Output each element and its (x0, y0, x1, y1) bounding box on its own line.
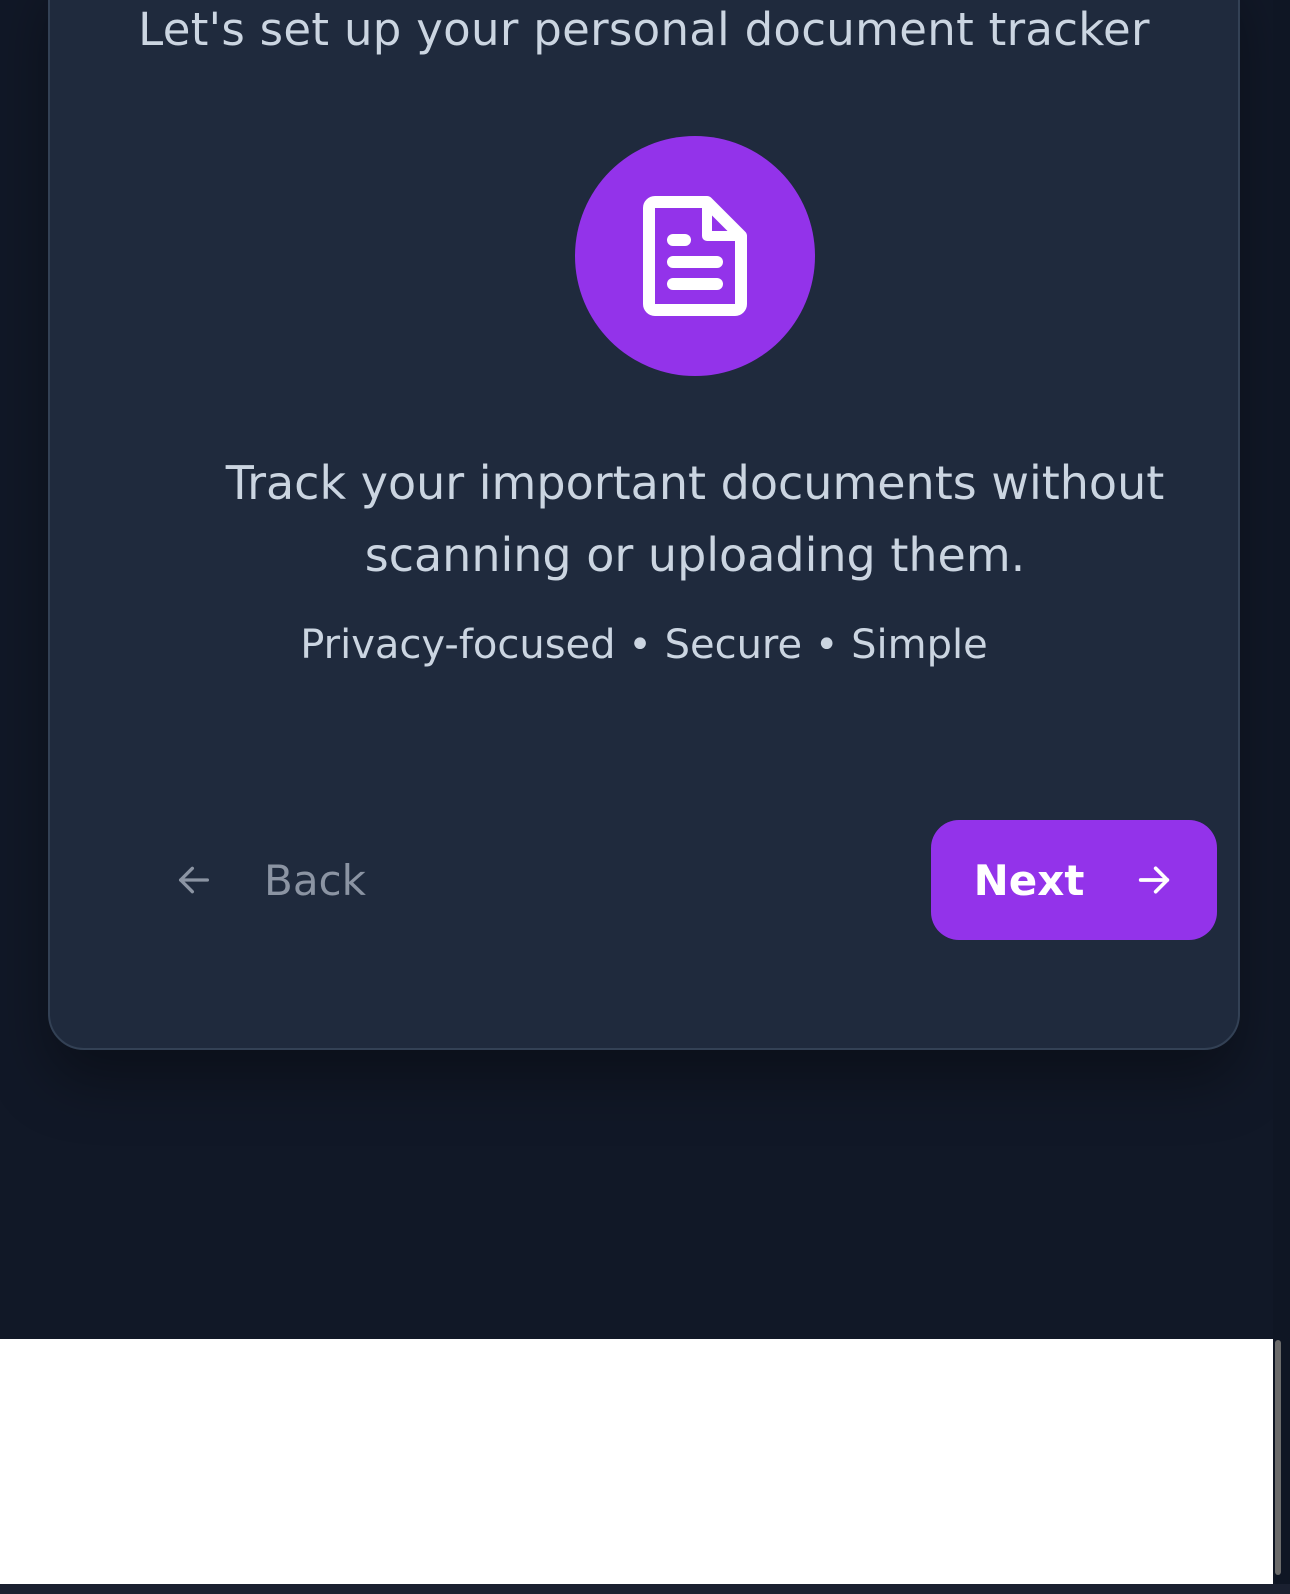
next-button-label: Next (973, 855, 1085, 905)
arrow-right-icon (1139, 866, 1170, 894)
onboarding-subtitle: Let's set up your personal document trac… (138, 3, 1150, 56)
arrow-left-icon (179, 866, 209, 894)
scrollbar-thumb[interactable] (1275, 1340, 1281, 1575)
app-background: Let's set up your personal document trac… (0, 0, 1290, 1339)
onboarding-card: Let's set up your personal document trac… (48, 0, 1240, 1050)
next-button[interactable]: Next (931, 820, 1217, 940)
document-icon (643, 196, 747, 316)
document-icon-badge (575, 136, 815, 376)
bottom-edge (0, 1584, 1290, 1594)
onboarding-tagline: Track your important documents without s… (225, 456, 1165, 582)
back-button-label: Back (264, 855, 366, 905)
back-button[interactable]: Back (174, 820, 434, 940)
onboarding-features: Privacy-focused • Secure • Simple (300, 622, 988, 668)
